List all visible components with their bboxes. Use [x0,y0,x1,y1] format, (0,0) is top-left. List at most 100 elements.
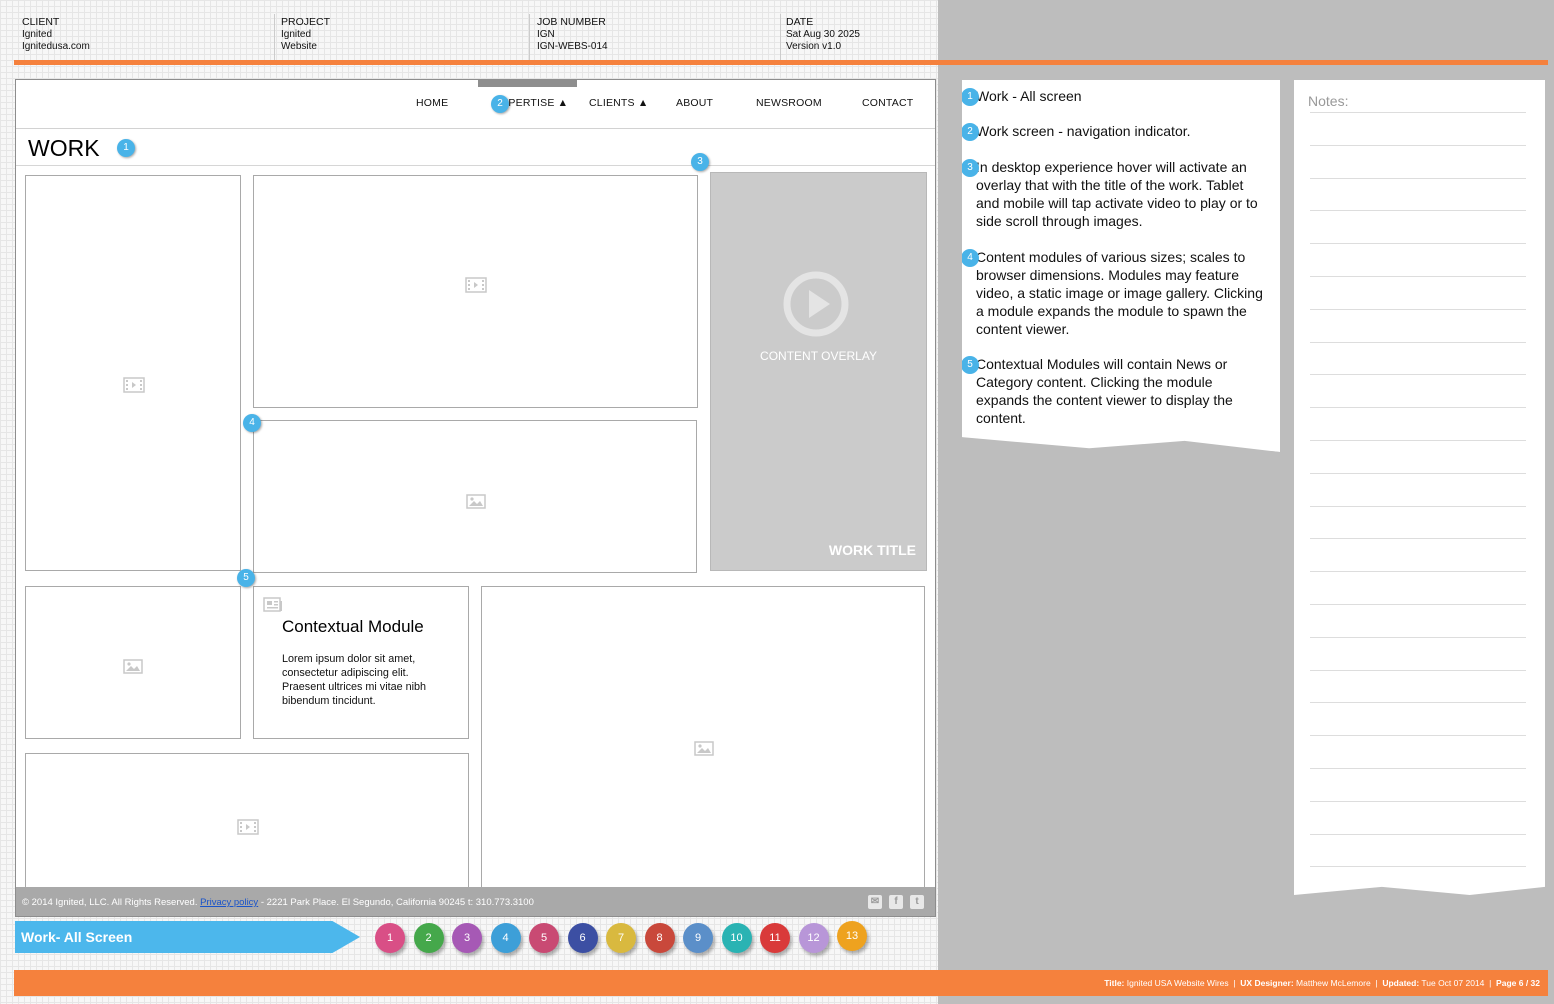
notes-title: Notes: [1308,93,1349,109]
pager-dot-4[interactable]: 4 [490,923,521,953]
play-icon[interactable] [783,271,849,337]
notes-rule [1310,144,1526,146]
notes-rule [1310,177,1526,179]
page-title: WORK [28,135,100,161]
project-label: PROJECT [281,16,331,28]
work-title: WORK TITLE [828,542,916,558]
notes-rule [1310,866,1526,868]
video-module[interactable] [25,175,241,571]
pager-dot-13[interactable]: 13 [837,921,867,951]
wireframe-page: HOME EXPERTISE ▲ CLIENTS ▲ ABOUT NEWSROO… [15,79,936,917]
image-module[interactable] [481,586,925,896]
client-label: CLIENT [22,16,60,28]
document-info-bar: CLIENT Ignited Ignitedusa.com PROJECT Ig… [0,0,938,60]
client-name: Ignited [22,28,53,40]
video-icon [237,819,259,835]
callout-marker-5: 5 [237,569,255,587]
annotation-text: Content modules of various sizes; scales… [976,249,1263,337]
notes-panel[interactable]: Notes: [1294,80,1545,895]
video-icon [465,277,487,293]
client-site: Ignitedusa.com [22,41,90,52]
image-module[interactable] [253,420,697,573]
image-icon [123,659,143,674]
annotation-marker: 4 [962,249,979,267]
project-type: Website [281,41,317,52]
content-overlay-module[interactable]: CONTENT OVERLAY WORK TITLE [710,172,927,571]
notes-rule [1310,505,1526,507]
image-module[interactable] [25,586,241,739]
pager-dot-6[interactable]: 6 [567,923,598,953]
nav-contact[interactable]: CONTACT [862,97,913,109]
notes-rule [1310,669,1526,671]
divider [16,165,935,166]
annotation-text: Contextual Modules will contain News or … [976,356,1233,426]
facebook-icon[interactable]: f [889,895,903,909]
video-module[interactable] [253,175,698,408]
annotation-text: Work screen - navigation indicator. [976,123,1191,139]
notes-rule [1310,112,1526,113]
contextual-module-title: Contextual Module [282,617,424,636]
annotation-item: 2 Work screen - navigation indicator. [962,122,1266,141]
nav-clients[interactable]: CLIENTS ▲ [589,97,648,109]
callout-marker-2: 2 [491,95,509,113]
screen-name-banner: Work- All Screen [15,921,360,953]
navigation-indicator [478,80,577,87]
divider [274,14,275,60]
annotation-marker: 1 [962,88,979,106]
twitter-icon[interactable]: t [910,895,924,909]
contextual-module[interactable]: Contextual Module Lorem ipsum dolor sit … [253,586,469,739]
pager-dot-12[interactable]: 12 [798,923,829,953]
document-footer-bar: Title: Ignited USA Website Wires | UX De… [14,970,1548,996]
privacy-policy-link[interactable]: Privacy policy [200,897,258,908]
version: Version v1.0 [786,41,842,52]
notes-rule [1310,636,1526,638]
pager-dot-3[interactable]: 3 [452,923,482,953]
pager-dot-2[interactable]: 2 [413,923,444,953]
notes-rule [1310,800,1526,802]
image-icon [466,494,486,509]
callout-marker-3: 3 [691,153,709,171]
pager-dot-7[interactable]: 7 [606,923,636,953]
date-info: DATE Sat Aug 30 2025 Version v1.0 [786,16,860,54]
mail-icon[interactable]: ✉ [868,895,882,909]
pager-dot-1[interactable]: 1 [375,923,405,953]
pager-dot-9[interactable]: 9 [683,923,713,953]
pager-dot-8[interactable]: 8 [644,923,675,953]
notes-rule [1310,571,1526,573]
video-module[interactable] [25,753,469,893]
updated-label: Updated: [1382,978,1420,988]
notes-rule [1310,341,1526,343]
notes-rule [1310,407,1526,409]
contextual-module-body: Lorem ipsum dolor sit amet, consectetur … [282,653,427,707]
notes-rule [1310,374,1526,376]
job-label: JOB NUMBER [537,16,606,28]
notes-rule [1310,538,1526,540]
page-number: Page 6 / 32 [1496,978,1540,988]
designer-label: UX Designer: [1240,978,1294,988]
screen-name: Work- All Screen [21,929,133,945]
copyright: © 2014 Ignited, LLC. All Rights Reserved… [22,897,198,908]
notes-rule [1310,243,1526,245]
callout-marker-1: 1 [117,139,135,157]
nav-newsroom[interactable]: NEWSROOM [756,97,822,109]
pager-dot-10[interactable]: 10 [721,923,752,953]
news-icon [263,597,282,612]
notes-rule [1310,472,1526,474]
job-code: IGN [537,28,555,40]
pager-dot-5[interactable]: 5 [529,923,559,953]
nav-about[interactable]: ABOUT [676,97,713,109]
date-value: Sat Aug 30 2025 [786,28,860,40]
notes-rule [1310,276,1526,277]
nav-home[interactable]: HOME [416,97,448,109]
footer-text: © 2014 Ignited, LLC. All Rights Reserved… [22,897,534,908]
notes-rule [1310,210,1526,212]
header-accent-line [14,60,1548,65]
annotation-item: 3 In desktop experience hover will activ… [962,158,1266,230]
main-navigation: HOME EXPERTISE ▲ CLIENTS ▲ ABOUT NEWSROO… [16,80,935,129]
overlay-label: CONTENT OVERLAY [760,349,877,363]
annotation-item: 4 Content modules of various sizes; scal… [962,248,1266,338]
project-info: PROJECT Ignited Website [281,16,330,54]
notes-rule [1310,735,1526,737]
annotation-item: 5 Contextual Modules will contain News o… [962,355,1266,427]
pager-dot-11[interactable]: 11 [760,923,790,953]
